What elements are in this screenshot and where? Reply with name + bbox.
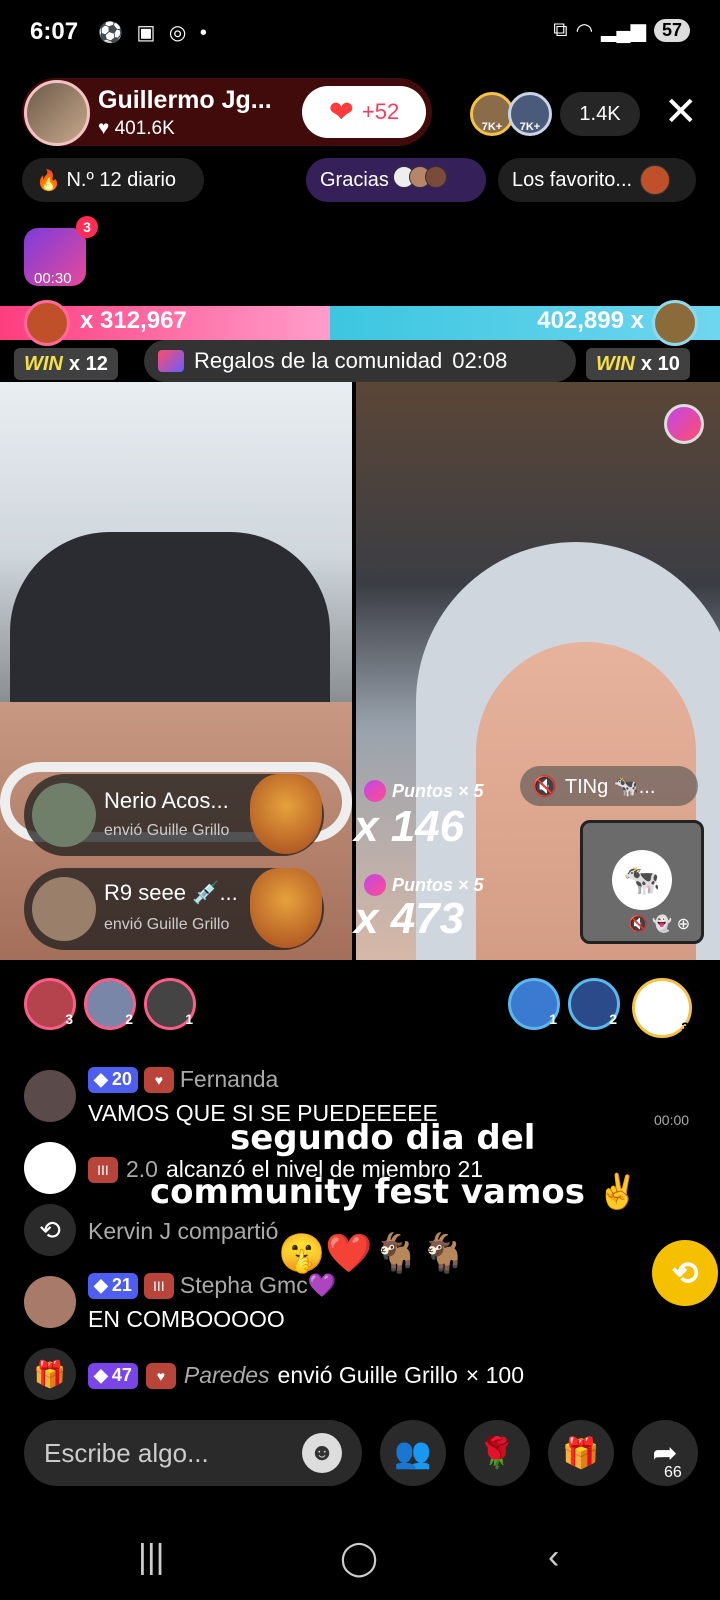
battery-indicator: 57	[653, 19, 690, 42]
right-win-streak: WIN x 10	[586, 348, 690, 380]
fan-badge: ♥	[143, 1066, 174, 1093]
left-team-avatar[interactable]	[24, 300, 70, 346]
repost-button[interactable]: ⟲	[652, 1240, 718, 1306]
chat-avatar[interactable]	[24, 1276, 76, 1328]
viewer-count[interactable]: 1.4K	[560, 92, 640, 136]
comment-input[interactable]: Escribe algo... ☻	[24, 1420, 362, 1486]
level-badge: ◆ 20	[88, 1066, 138, 1093]
back-icon[interactable]: ‹	[548, 1538, 559, 1577]
host-avatar[interactable]	[24, 80, 90, 146]
chat-message-4: EN COMBOOOOO	[88, 1306, 285, 1332]
chat-gift-line: ◆ 47 ♥ Paredes envió Guille Grillo × 100	[88, 1362, 524, 1389]
chat-header-4: ◆ 21 III Stepha Gmc💜	[88, 1272, 336, 1299]
right-score: 402,899 x	[537, 307, 644, 334]
rose-icon[interactable]: 🌹	[464, 1420, 530, 1486]
guille-grillo-gift-icon	[250, 774, 322, 854]
points-icon	[364, 874, 386, 896]
comment-placeholder: Escribe algo...	[44, 1437, 209, 1468]
gift-icon: 🎁	[24, 1348, 76, 1400]
guest-controls-icons[interactable]: 🔇 👻 ⊕	[628, 914, 690, 934]
recent-apps-icon[interactable]: |||	[138, 1538, 165, 1577]
close-icon[interactable]: ✕	[664, 92, 698, 132]
points-multiplier-1: x 146	[354, 802, 465, 851]
chat-share-notice: Kervin J compartió	[88, 1218, 279, 1244]
guest-audio-pill[interactable]: 🔇 TINg 🐄...	[520, 766, 698, 806]
gift-sender-avatar-1[interactable]	[32, 783, 96, 847]
top-gifter-left-3[interactable]: 1	[144, 978, 196, 1030]
chat-header-1: ◆ 20 ♥ Fernanda	[88, 1066, 278, 1093]
status-time: 6:07	[30, 18, 79, 45]
favoritos-chip[interactable]: Los favorito...	[498, 158, 696, 202]
community-gifts-banner[interactable]: Regalos de la comunidad 02:08	[144, 340, 576, 382]
guests-icon[interactable]: 👥	[380, 1420, 446, 1486]
level-badge: ◆ 47	[88, 1362, 138, 1389]
gracias-chip[interactable]: Gracias	[306, 158, 486, 202]
boost-timer: 00:30	[34, 270, 72, 287]
community-gift-icon	[158, 350, 184, 372]
top-gifter-right-2[interactable]: 2	[568, 978, 620, 1030]
host-likes: ♥ 401.6K	[98, 118, 175, 139]
status-icons: ⧉ ◠ ▂▄▆ 57	[553, 18, 690, 43]
notification-icons: ⚽ ▣ ◎ •	[98, 22, 211, 44]
top-gifter-left-1[interactable]: 3	[24, 978, 76, 1030]
host-name[interactable]: Guillermo Jg...	[98, 86, 272, 115]
gift-sender-sub-1: envió Guille Grillo	[104, 822, 230, 839]
top-gifter-right-1[interactable]: 1	[508, 978, 560, 1030]
overlay-emojis: 🤫❤️🐐🐐	[278, 1233, 468, 1275]
overlay-caption-line2: community fest vamos ✌️	[150, 1172, 640, 1212]
left-win-streak: WIN x 12	[14, 348, 118, 380]
heart-small-icon: ♥	[98, 118, 115, 139]
like-gain: +52	[361, 99, 400, 124]
fire-icon: 🔥	[36, 169, 67, 192]
gift-sender-name-2: R9 seee 💉...	[104, 880, 238, 905]
signal-icon: ▂▄▆	[601, 20, 646, 42]
daily-rank-chip[interactable]: 🔥 N.º 12 diario	[22, 158, 204, 202]
supporter-avatars	[392, 166, 447, 194]
emoji-icon[interactable]: ☻	[302, 1433, 342, 1473]
cast-icon: ⧉	[553, 19, 568, 41]
heart-icon: ❤	[328, 95, 354, 129]
share-count: 66	[664, 1464, 682, 1481]
fan-badge: III	[88, 1156, 118, 1183]
overlay-timer: 00:00	[654, 1112, 690, 1128]
fan-badge: III	[143, 1272, 174, 1299]
top-viewer-avatar-2[interactable]: 7K+	[508, 92, 552, 136]
like-button[interactable]: ❤ +52	[302, 86, 426, 138]
top-gifter-right-3[interactable]: 3	[632, 978, 692, 1038]
gift-button-icon[interactable]: 🎁	[548, 1420, 614, 1486]
overlay-caption-line1: segundo dia del	[230, 1118, 536, 1158]
cow-avatar: 🐄	[612, 850, 672, 910]
guille-grillo-gift-icon	[250, 868, 322, 948]
share-repost-icon: ⟲	[24, 1204, 76, 1256]
gift-sender-avatar-2[interactable]	[32, 877, 96, 941]
wifi-icon: ◠	[575, 20, 594, 42]
fan-badge: ♥	[145, 1362, 176, 1389]
home-icon[interactable]: ◯	[340, 1538, 378, 1578]
right-team-avatar[interactable]	[652, 300, 698, 346]
gift-sender-name-1: Nerio Acos...	[104, 788, 229, 813]
chat-avatar[interactable]	[24, 1142, 76, 1194]
left-score: x 312,967	[80, 307, 187, 334]
points-icon	[364, 780, 386, 802]
boost-corner-icon[interactable]	[664, 404, 704, 444]
muted-icon: 🔇	[532, 775, 557, 798]
points-multiplier-2: x 473	[354, 894, 465, 943]
points-label-1: Puntos × 5	[364, 780, 484, 802]
top-gifter-left-2[interactable]: 2	[84, 978, 136, 1030]
chat-avatar[interactable]	[24, 1070, 76, 1122]
gift-sender-sub-2: envió Guille Grillo	[104, 916, 230, 933]
favorite-avatar	[640, 165, 671, 195]
points-label-2: Puntos × 5	[364, 874, 484, 896]
boost-badge: 3	[76, 216, 98, 238]
level-badge: ◆ 21	[88, 1272, 138, 1299]
